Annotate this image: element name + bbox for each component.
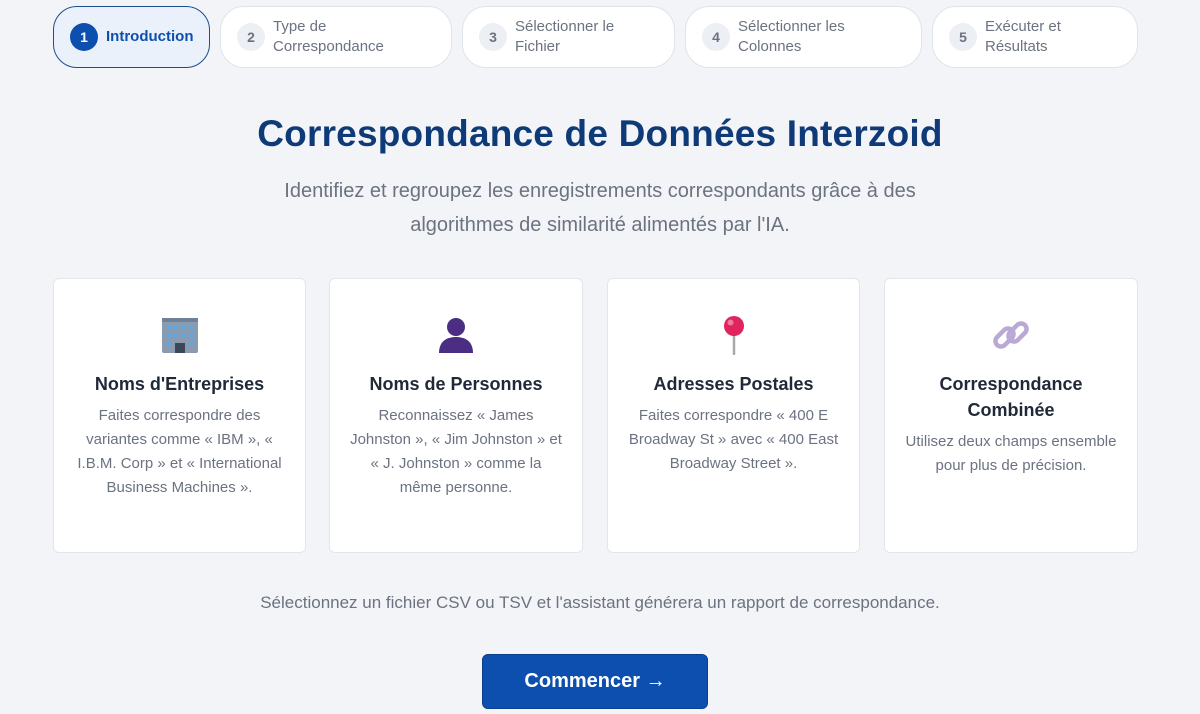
page-title: Correspondance de Données Interzoid <box>257 113 943 154</box>
wizard-page: 1 Introduction 2 Type de Correspondance … <box>0 0 1200 714</box>
step-number: 2 <box>237 23 265 51</box>
stepper: 1 Introduction 2 Type de Correspondance … <box>53 6 1138 68</box>
card-title: Adresses Postales <box>653 374 814 394</box>
card-text: Faites correspondre des variantes comme … <box>77 407 282 496</box>
card-title: Correspondance Combinée <box>939 374 1083 420</box>
step-selectionner-fichier[interactable]: 3 Sélectionner le Fichier <box>462 6 675 68</box>
chain-link-icon <box>885 315 1137 359</box>
card-postal-addresses: Adresses Postales Faites correspondre « … <box>607 278 860 553</box>
step-label: Sélectionner les Colonnes <box>738 18 845 55</box>
step-type-de-correspondance[interactable]: 2 Type de Correspondance <box>220 6 452 68</box>
page-subtitle: Identifiez et regroupez les enregistreme… <box>284 180 916 236</box>
step-introduction[interactable]: 1 Introduction <box>53 6 210 68</box>
step-label: Exécuter et Résultats <box>985 18 1061 55</box>
card-text: Reconnaissez « James Johnston », « Jim J… <box>350 407 562 496</box>
step-label: Type de Correspondance <box>273 18 384 55</box>
step-number: 3 <box>479 23 507 51</box>
card-person-names: Noms de Personnes Reconnaissez « James J… <box>329 278 583 553</box>
step-number: 5 <box>949 23 977 51</box>
card-title: Noms d'Entreprises <box>94 374 265 394</box>
start-button[interactable]: Commencer → <box>482 654 708 709</box>
step-label: Sélectionner le Fichier <box>515 18 615 55</box>
card-company-names: Noms d'Entreprises Faites correspondre d… <box>53 278 306 553</box>
step-selectionner-colonnes[interactable]: 4 Sélectionner les Colonnes <box>685 6 922 68</box>
card-title: Noms de Personnes <box>369 374 543 394</box>
pushpin-icon <box>608 315 859 359</box>
footer-instructions: Sélectionnez un fichier CSV ou TSV et l'… <box>260 593 940 612</box>
card-text: Utilisez deux champs ensemble pour plus … <box>905 433 1117 474</box>
step-number: 4 <box>702 23 730 51</box>
step-label: Introduction <box>106 28 194 45</box>
card-combined-matching: Correspondance Combinée Utilisez deux ch… <box>884 278 1138 553</box>
office-building-icon <box>54 315 305 359</box>
step-executer-resultats[interactable]: 5 Exécuter et Résultats <box>932 6 1138 68</box>
step-number: 1 <box>70 23 98 51</box>
card-text: Faites correspondre « 400 E Broadway St … <box>628 407 839 472</box>
person-silhouette-icon <box>330 315 582 359</box>
